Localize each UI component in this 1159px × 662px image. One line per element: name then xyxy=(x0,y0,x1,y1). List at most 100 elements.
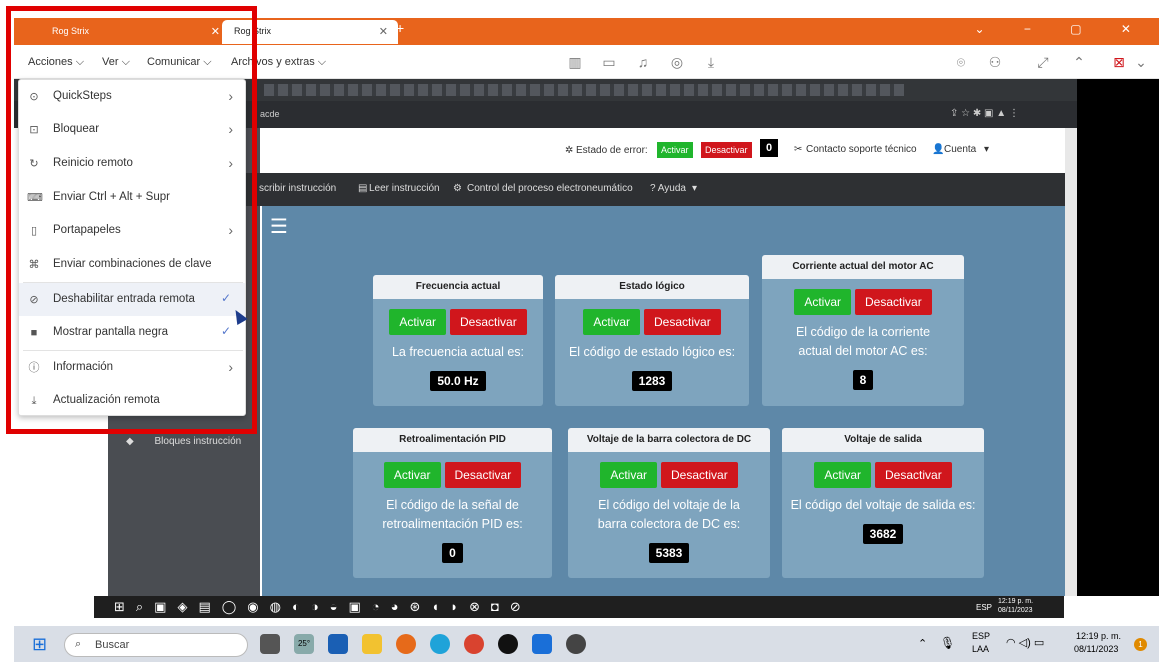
windows-taskbar: ⊞ ⌕ Buscar 25° ⌃ 🎙 ESP LAA ◠ ◁) ▭ 12:19 … xyxy=(14,626,1159,662)
clock-date[interactable]: 08/11/2023 xyxy=(1074,644,1118,654)
record-icon[interactable]: ◎ xyxy=(668,53,686,71)
card-text: El código del voltaje de la barra colect… xyxy=(597,498,741,531)
lang-indicator-2: LAA xyxy=(972,644,990,654)
card-text: El código de estado lógico es: xyxy=(568,345,736,359)
main-content: ☰ Frecuencia actual Activar Desactivar La… xyxy=(262,206,1065,596)
card-title: Voltaje de la barra colectora de DC xyxy=(568,428,770,452)
close-icon[interactable]: ✕ xyxy=(379,25,388,38)
account-menu[interactable]: Cuenta xyxy=(944,144,976,155)
nav-leer-instruccion[interactable]: Leer instrucción xyxy=(369,183,440,194)
chevron-up-icon[interactable]: ⌃ xyxy=(918,637,927,650)
sidebar-label: Bloques instrucción xyxy=(154,436,242,447)
search-input[interactable]: ⌕ Buscar xyxy=(64,633,248,657)
nav-control-proceso[interactable]: Control del proceso electroneumático xyxy=(467,183,633,194)
tab-strip xyxy=(264,84,904,96)
remote-scrollbar[interactable] xyxy=(1065,128,1077,596)
audio-file-icon[interactable]: ♫ xyxy=(634,53,652,71)
chrome-icon[interactable] xyxy=(464,634,484,654)
deactivate-button[interactable]: Desactivar xyxy=(875,462,952,488)
app-icon[interactable] xyxy=(566,634,586,654)
remote-black-area xyxy=(1077,79,1159,596)
activate-button[interactable]: Activar xyxy=(600,462,657,488)
sidebar-item-bloques[interactable]: ◆ Bloques instrucción xyxy=(126,436,241,447)
search-placeholder: Buscar xyxy=(95,639,130,651)
card-value: 0 xyxy=(442,543,463,563)
remote-lang: ESP xyxy=(976,603,993,612)
app-icon[interactable] xyxy=(328,634,348,654)
collapse-chevron-icon[interactable]: ⌃ xyxy=(1070,53,1088,71)
end-session-icon[interactable]: ⊠ xyxy=(1110,53,1128,71)
lang-indicator[interactable]: ESP xyxy=(972,631,990,641)
remote-clock-date: 08/11/2023 xyxy=(998,607,1033,614)
card-text: El código de la señal de retroalimentaci… xyxy=(382,498,523,531)
screen-icon[interactable]: ▭ xyxy=(600,53,618,71)
error-activate-button[interactable]: Activar xyxy=(657,142,693,158)
remote-taskbar-icons[interactable]: ⊞⌕▣◈▤◯◉◍◐◑◒▣◔◕⊛◖◗⊗◘⊘ xyxy=(114,599,532,615)
card-value: 1283 xyxy=(631,371,673,391)
camera-icon[interactable]: ⌾ xyxy=(952,53,970,71)
card-voltaje-barra: Voltaje de la barra colectora de DC Acti… xyxy=(568,428,770,578)
search-icon: ⌕ xyxy=(75,638,82,650)
card-text: La frecuencia actual es: xyxy=(391,345,525,359)
activate-button[interactable]: Activar xyxy=(383,462,441,488)
window-controls[interactable]: ⌄ − ▢ ✕ xyxy=(975,22,1149,36)
caret-down-icon: ▾ xyxy=(692,183,698,194)
fullscreen-icon[interactable]: ⤢ xyxy=(1034,53,1052,71)
teamviewer-icon[interactable] xyxy=(498,634,518,654)
card-title: Frecuencia actual xyxy=(373,275,543,299)
card-value: 5383 xyxy=(648,543,690,563)
chevron-down-icon[interactable]: ⌄ xyxy=(1132,53,1150,71)
deactivate-button[interactable]: Desactivar xyxy=(444,462,522,488)
deactivate-button[interactable]: Desactivar xyxy=(661,462,738,488)
activate-button[interactable]: Activar xyxy=(583,309,640,335)
wifi-sound-battery-icons[interactable]: ◠ ◁) ▭ xyxy=(1006,636,1044,649)
activate-button[interactable]: Activar xyxy=(794,289,851,315)
activate-button[interactable]: Activar xyxy=(389,309,446,335)
edge-icon[interactable] xyxy=(430,634,450,654)
web-header: ✲ Estado de error: Activar Desactivar 0 … xyxy=(260,128,1065,173)
support-icon: ✂ xyxy=(794,144,803,155)
gears-icon: ⚙ xyxy=(453,183,462,194)
weather-icon[interactable]: 25° xyxy=(294,634,314,654)
file-icon: ▤ xyxy=(358,183,368,194)
support-contact-link[interactable]: Contacto soporte técnico xyxy=(806,144,917,155)
microphone-icon[interactable]: 🎙 xyxy=(940,636,955,650)
download-icon[interactable]: ⤓ xyxy=(702,53,720,71)
deactivate-button[interactable]: Desactivar xyxy=(450,309,527,335)
file-explorer-icon[interactable] xyxy=(362,634,382,654)
browser-action-icons[interactable]: ⇪ ☆ ✱ ▣ ▲ ⋮ xyxy=(950,108,1019,119)
activate-button[interactable]: Activar xyxy=(814,462,871,488)
card-value: 8 xyxy=(852,370,874,390)
card-title: Retroalimentación PID xyxy=(353,428,552,452)
card-retroalimentacion-pid: Retroalimentación PID Activar Desactivar … xyxy=(353,428,552,578)
highlight-frame xyxy=(6,6,257,434)
windows-start-icon[interactable]: ⊞ xyxy=(32,634,52,654)
task-view-icon[interactable] xyxy=(260,634,280,654)
card-estado-logico: Estado lógico Activar Desactivar El códig… xyxy=(555,275,749,406)
error-state-label: Estado de error: xyxy=(576,145,648,156)
chart-icon[interactable]: ▥ xyxy=(566,53,584,71)
remote-taskbar: ⊞⌕▣◈▤◯◉◍◐◑◒▣◔◕⊛◖◗⊗◘⊘ ESP 12:19 p. m. 08/… xyxy=(94,596,1064,618)
teamviewer-active-icon[interactable] xyxy=(532,634,552,654)
notification-badge[interactable]: 1 xyxy=(1134,638,1147,651)
firefox-icon[interactable] xyxy=(396,634,416,654)
error-deactivate-button[interactable]: Desactivar xyxy=(701,142,752,158)
clock-time[interactable]: 12:19 p. m. xyxy=(1076,631,1121,641)
deactivate-button[interactable]: Desactivar xyxy=(644,309,721,335)
user-icon: 👤 xyxy=(932,144,945,155)
card-title: Corriente actual del motor AC xyxy=(762,255,964,279)
new-tab-plus-icon[interactable]: + xyxy=(396,20,404,36)
card-value: 3682 xyxy=(862,524,904,544)
card-text: El código del voltaje de salida es: xyxy=(790,498,976,512)
error-count-badge: 0 xyxy=(760,139,779,157)
card-value: 50.0 Hz xyxy=(430,371,486,391)
remote-clock-time: 12:19 p. m. xyxy=(998,598,1034,605)
share-icon[interactable]: ⚇ xyxy=(986,53,1004,71)
card-voltaje-salida: Voltaje de salida Activar Desactivar El c… xyxy=(782,428,984,578)
nav-escribir-instruccion[interactable]: scribir instrucción xyxy=(259,183,336,194)
card-text: El código de la corriente actual del mot… xyxy=(795,325,931,358)
nav-ayuda[interactable]: ? Ayuda xyxy=(650,183,686,194)
deactivate-button[interactable]: Desactivar xyxy=(855,289,932,315)
hamburger-menu-icon[interactable]: ☰ xyxy=(270,214,288,239)
card-title: Estado lógico xyxy=(555,275,749,299)
